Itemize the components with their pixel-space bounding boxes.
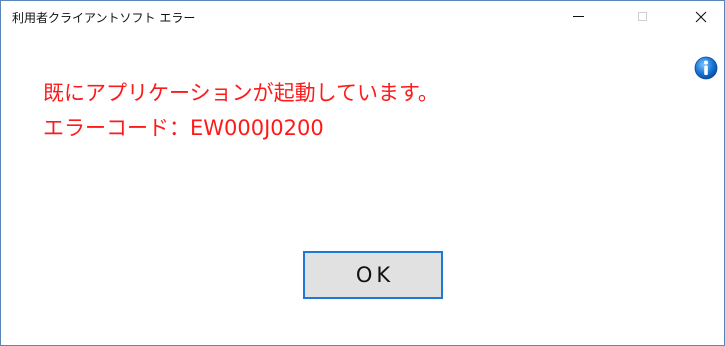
error-dialog-window: 利用者クライアントソフト エラー 既にアプリケーションが起動しています。 エラー… (0, 0, 725, 346)
error-code: エラーコード：EW000J0200 (43, 116, 324, 140)
close-icon (695, 11, 707, 23)
error-message: 既にアプリケーションが起動しています。 (43, 81, 439, 105)
window-title: 利用者クライアントソフト エラー (12, 11, 196, 25)
title-bar[interactable]: 利用者クライアントソフト エラー (1, 1, 724, 32)
close-button[interactable] (678, 1, 724, 32)
ok-button[interactable]: OK (303, 251, 443, 299)
maximize-icon (637, 12, 647, 21)
minimize-button[interactable] (555, 1, 601, 32)
maximize-button (619, 1, 665, 32)
minimize-icon (572, 16, 584, 17)
info-icon (694, 56, 718, 80)
